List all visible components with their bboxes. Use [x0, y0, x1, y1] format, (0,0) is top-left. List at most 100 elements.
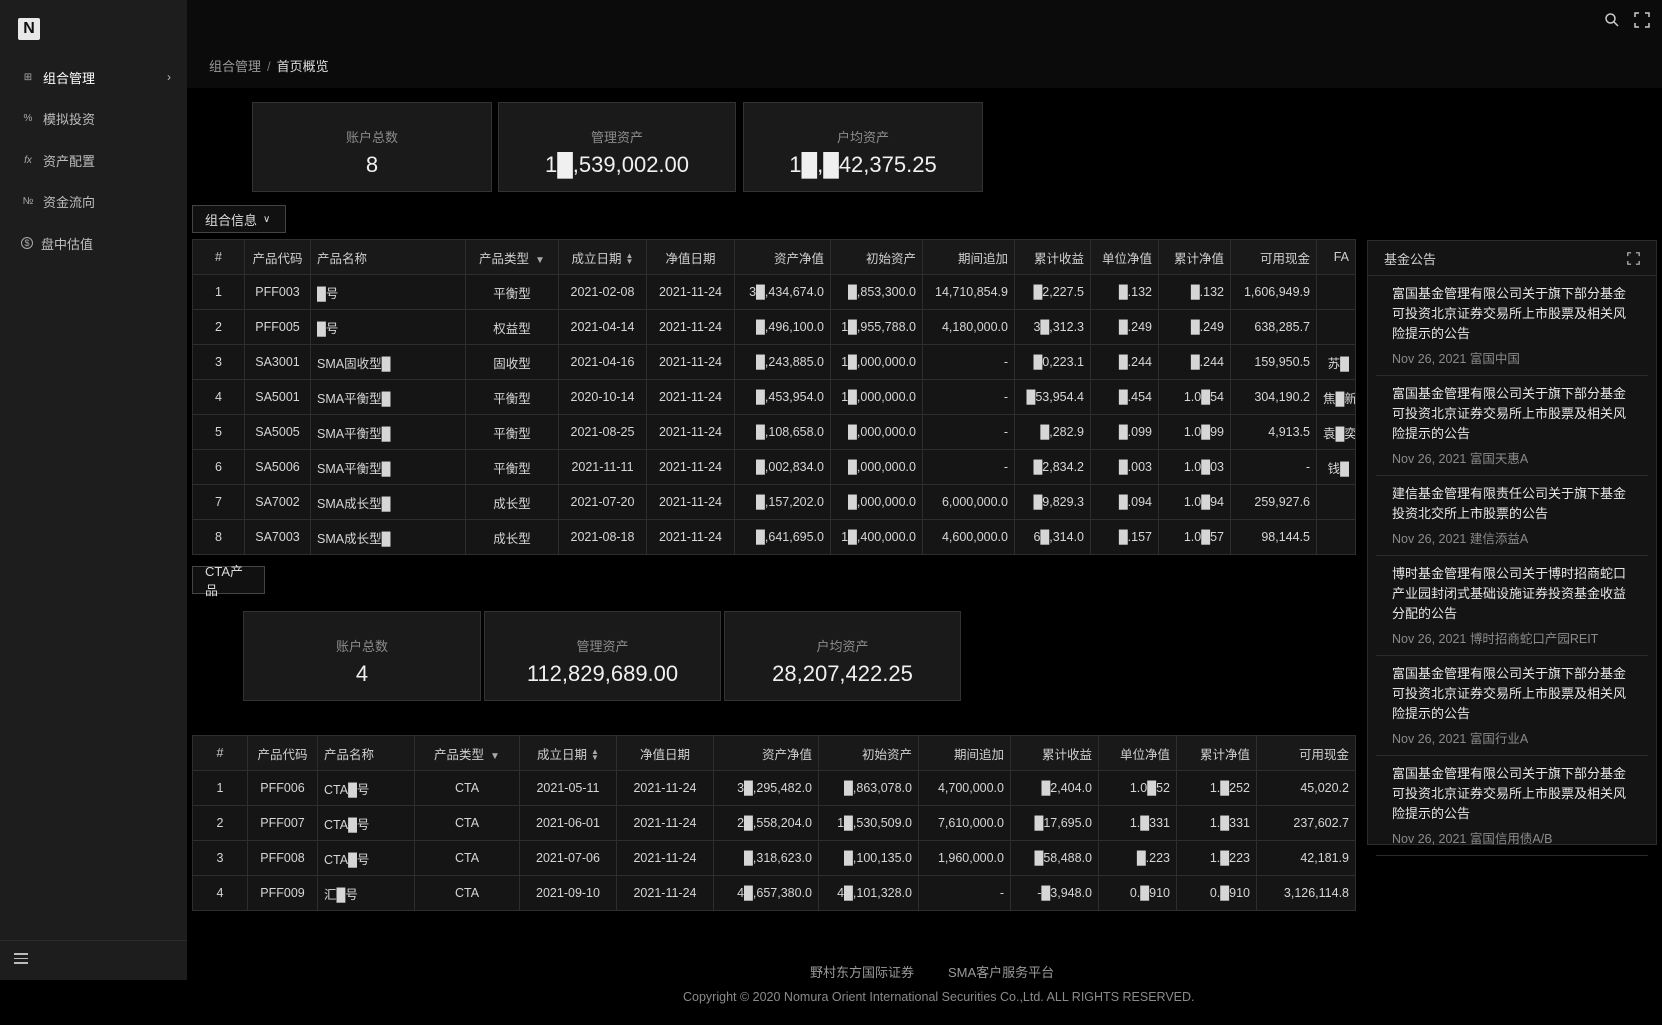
table-cell: 成长型: [465, 484, 559, 520]
table-cell: -: [922, 414, 1015, 450]
table-cell: █.003: [1090, 449, 1159, 485]
announcement-item[interactable]: 富国基金管理有限公司关于旗下部分基金可投资北京证券交易所上市股票及相关风险提示的…: [1376, 756, 1648, 856]
table-cell: 4,180,000.0: [922, 309, 1015, 345]
filter-icon[interactable]: ▼: [490, 751, 500, 762]
announcement-item[interactable]: 建信基金管理有限责任公司关于旗下基金投资北交所上市股票的公告 Nov 26, 20…: [1376, 476, 1648, 556]
col-header-net-assets[interactable]: 资产净值: [713, 735, 819, 771]
table-cell: 42,181.9: [1256, 840, 1356, 876]
table-row[interactable]: 2 PFF005 █号 权益型 2021-04-14 2021-11-24 █,496,10…: [192, 309, 1356, 345]
table-cell: 2021-11-24: [646, 274, 735, 310]
menu-collapse-icon[interactable]: [14, 953, 28, 965]
col-header-cash[interactable]: 可用现金: [1256, 735, 1356, 771]
col-header-name[interactable]: 产品名称: [317, 735, 415, 771]
table-cell: 3█,312.3: [1014, 309, 1091, 345]
app-logo[interactable]: N: [18, 18, 40, 40]
table-cell: SA7002: [244, 484, 311, 520]
col-header-unit-nav[interactable]: 单位净值: [1090, 239, 1159, 275]
col-header-label: 产品类型: [479, 251, 530, 266]
col-header-name[interactable]: 产品名称: [310, 239, 466, 275]
col-header-cum-return[interactable]: 累计收益: [1010, 735, 1099, 771]
footer-link-company[interactable]: 野村东方国际证券: [810, 962, 914, 981]
table-cell: █.454: [1090, 379, 1159, 415]
table-row[interactable]: 3 SA3001 SMA固收型█ 固收型 2021-04-16 2021-11-24 █,2…: [192, 344, 1356, 380]
breadcrumb-parent[interactable]: 组合管理: [209, 59, 261, 74]
sidebar-item-capital-flow[interactable]: № 资金流向: [0, 186, 187, 216]
col-header-fa[interactable]: FA: [1316, 239, 1356, 275]
filter-icon[interactable]: ▼: [535, 255, 545, 266]
col-header-nav-date[interactable]: 净值日期: [646, 239, 735, 275]
announcement-item[interactable]: 富国基金管理有限公司关于旗下部分基金可投资北京证券交易所上市股票及相关风险提示的…: [1376, 656, 1648, 756]
sidebar: N ⊞ 组合管理 › % 模拟投资 fx 资产配置 № 资金流向 $ 盘中估值: [0, 0, 187, 980]
table-cell: █9,829.3: [1014, 484, 1091, 520]
table-row[interactable]: 4 PFF009 汇█号 CTA 2021-09-10 2021-11-24 4█,657,…: [192, 875, 1356, 911]
col-header-initial-assets[interactable]: 初始资产: [830, 239, 923, 275]
col-header-label: 成立日期: [571, 251, 622, 266]
table-cell: 304,190.2: [1230, 379, 1317, 415]
col-header-net-assets[interactable]: 资产净值: [734, 239, 831, 275]
table-cell: █53,954.4: [1014, 379, 1091, 415]
table-row[interactable]: 4 SA5001 SMA平衡型█ 平衡型 2020-10-14 2021-11-24 █,4…: [192, 379, 1356, 415]
col-header-cum-nav[interactable]: 累计净值: [1176, 735, 1257, 771]
announcement-item[interactable]: 富国基金管理有限公司关于旗下部分基金可投资北京证券交易所上市股票及相关风险提示的…: [1376, 276, 1648, 376]
table-row[interactable]: 3 PFF008 CTA█号 CTA 2021-07-06 2021-11-24 █,318…: [192, 840, 1356, 876]
announcement-item[interactable]: 富国基金管理有限公司关于旗下部分基金可投资北京证券交易所上市股票及相关风险提示的…: [1376, 376, 1648, 476]
table-cell: 2021-11-24: [646, 344, 735, 380]
table-cell: PFF007: [247, 805, 318, 841]
cta-stat-card-managed-assets: 管理资产 112,829,689.00: [484, 611, 721, 701]
fullscreen-icon[interactable]: [1634, 12, 1650, 28]
col-header-type[interactable]: 产品类型 ▼: [465, 239, 559, 275]
table-row[interactable]: 1 PFF006 CTA█号 CTA 2021-05-11 2021-11-24 3█,29…: [192, 770, 1356, 806]
col-header-code[interactable]: 产品代码: [244, 239, 311, 275]
table-cell: [1316, 309, 1356, 345]
stat-card-managed-assets: 管理资产 1█,539,002.00: [498, 102, 736, 192]
table-cell: █号: [310, 274, 466, 310]
announcement-item[interactable]: 博时基金管理有限公司关于博时招商蛇口产业园封闭式基础设施证券投资基金收益分配的公…: [1376, 556, 1648, 656]
table-cell: 2021-11-24: [646, 449, 735, 485]
col-header-additions[interactable]: 期间追加: [918, 735, 1011, 771]
stat-label: 管理资产: [590, 130, 643, 145]
table-cell: 平衡型: [465, 449, 559, 485]
table-row[interactable]: 6 SA5006 SMA平衡型█ 平衡型 2021-11-11 2021-11-24 █,0…: [192, 449, 1356, 485]
table-row[interactable]: 2 PFF007 CTA█号 CTA 2021-06-01 2021-11-24 2█,55…: [192, 805, 1356, 841]
col-header-cash[interactable]: 可用现金: [1230, 239, 1317, 275]
table-cell: -: [918, 875, 1011, 911]
table-cell: █0,223.1: [1014, 344, 1091, 380]
table-cell: █,108,658.0: [734, 414, 831, 450]
col-header-established[interactable]: 成立日期 ▲ ▼: [519, 735, 617, 771]
cta-products-button[interactable]: CTA产品: [192, 564, 265, 598]
col-header-unit-nav[interactable]: 单位净值: [1098, 735, 1177, 771]
sort-icon[interactable]: ▲ ▼: [626, 252, 634, 266]
announcement-meta: Nov 26, 2021 富国行业A: [1392, 732, 1529, 746]
sidebar-item-portfolio[interactable]: ⊞ 组合管理 ›: [0, 62, 187, 92]
portfolio-info-dropdown[interactable]: 组合信息 ∨: [192, 205, 286, 233]
sidebar-item-intraday-valuation[interactable]: $ 盘中估值: [0, 228, 187, 258]
footer-link-platform[interactable]: SMA客户服务平台: [948, 962, 1054, 981]
expand-icon[interactable]: [1627, 251, 1640, 265]
top-bar: 组合管理 / 首页概览: [187, 0, 1662, 88]
col-header-type[interactable]: 产品类型 ▼: [414, 735, 520, 771]
table-cell: █,157,202.0: [734, 484, 831, 520]
table-cell: 0.█910: [1176, 875, 1257, 911]
sidebar-item-allocation[interactable]: fx 资产配置: [0, 145, 187, 175]
col-header-code[interactable]: 产品代码: [247, 735, 318, 771]
table-cell: 1█,400,000.0: [830, 519, 923, 555]
table-cell: PFF009: [247, 875, 318, 911]
table-row[interactable]: 8 SA7003 SMA成长型█ 成长型 2021-08-18 2021-11-24 █,6…: [192, 519, 1356, 555]
table-cell: █.132: [1158, 274, 1231, 310]
table-row[interactable]: 7 SA7002 SMA成长型█ 成长型 2021-07-20 2021-11-24 █,1…: [192, 484, 1356, 520]
search-icon[interactable]: [1604, 12, 1620, 28]
table-row[interactable]: 5 SA5005 SMA平衡型█ 平衡型 2021-08-25 2021-11-24 █,1…: [192, 414, 1356, 450]
table-cell: -█3,948.0: [1010, 875, 1099, 911]
col-header-nav-date[interactable]: 净值日期: [616, 735, 714, 771]
breadcrumb-separator: /: [267, 59, 271, 74]
sidebar-item-simulation[interactable]: % 模拟投资: [0, 103, 187, 133]
col-header-additions[interactable]: 期间追加: [922, 239, 1015, 275]
col-header-initial-assets[interactable]: 初始资产: [818, 735, 919, 771]
col-header-cum-return[interactable]: 累计收益: [1014, 239, 1091, 275]
table-row[interactable]: 1 PFF003 █号 平衡型 2021-02-08 2021-11-24 3█,434,6…: [192, 274, 1356, 310]
sort-icon[interactable]: ▲ ▼: [591, 748, 599, 762]
table-cell: 焦█新: [1316, 379, 1356, 415]
col-header-established[interactable]: 成立日期 ▲ ▼: [558, 239, 647, 275]
table-cell: CTA: [414, 875, 520, 911]
col-header-cum-nav[interactable]: 累计净值: [1158, 239, 1231, 275]
